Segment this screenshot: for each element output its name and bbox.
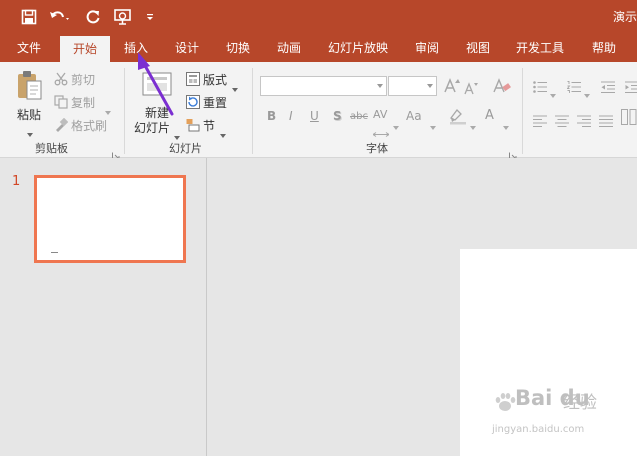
reset-icon	[186, 94, 200, 109]
tab-home[interactable]: 开始	[60, 36, 110, 62]
tab-review[interactable]: 审阅	[415, 34, 439, 62]
customize-qat-icon[interactable]	[145, 6, 155, 28]
tab-insert[interactable]: 插入	[124, 34, 148, 62]
strikethrough-button[interactable]: abc	[350, 111, 368, 122]
spacing-arrows-icon	[372, 122, 390, 137]
new-slide-icon[interactable]	[142, 72, 172, 100]
clipboard-group-label: 剪贴板	[35, 142, 68, 155]
group-separator	[522, 68, 523, 154]
change-case-button[interactable]: Aa	[406, 109, 422, 123]
cut-button[interactable]: 剪切	[71, 71, 95, 88]
font-color-dropdown-icon[interactable]	[503, 115, 509, 130]
clipboard-launcher-icon[interactable]	[112, 145, 120, 160]
numbering-dropdown-icon[interactable]	[584, 83, 590, 98]
section-icon	[186, 117, 200, 132]
underline-button[interactable]: U	[310, 109, 319, 123]
thumbnail-mark	[51, 252, 58, 253]
scissors-icon	[54, 71, 68, 86]
repeat-icon[interactable]	[84, 6, 102, 28]
highlight-color-icon[interactable]	[449, 107, 467, 125]
new-slide-dropdown-icon[interactable]	[174, 125, 180, 140]
bullets-dropdown-icon[interactable]	[550, 83, 556, 98]
slide-thumbnails-pane: 1	[0, 158, 207, 456]
watermark: Bai du 经验 jingyan.baidu.com	[488, 386, 608, 440]
copy-dropdown-icon[interactable]	[105, 100, 111, 115]
reset-button[interactable]: 重置	[203, 94, 227, 111]
text-shadow-button[interactable]: S	[333, 109, 342, 123]
chevron-down-icon[interactable]	[377, 84, 383, 88]
font-name-input[interactable]	[260, 76, 387, 96]
font-launcher-icon[interactable]	[509, 145, 517, 160]
paste-button[interactable]: 粘贴	[17, 106, 41, 123]
justify-icon[interactable]	[599, 112, 613, 128]
group-separator	[252, 68, 253, 154]
align-center-icon[interactable]	[555, 112, 569, 128]
decrease-indent-icon[interactable]	[601, 78, 615, 94]
tab-design[interactable]: 设计	[175, 34, 199, 62]
slides-group-label: 幻灯片	[169, 142, 202, 155]
slide-thumbnail[interactable]	[34, 175, 186, 263]
ribbon-tabs: 文件 开始 插入 设计 切换 动画 幻灯片放映 审阅 视图 开发工具 帮助	[0, 34, 637, 62]
paste-dropdown-icon[interactable]	[27, 122, 33, 137]
ribbon: 粘贴 剪切 复制 格式刷 剪贴板 新建 幻灯片 版式 重置 节 幻灯片 B I …	[0, 62, 637, 160]
decrease-font-size-icon[interactable]	[464, 80, 478, 95]
spacing-dropdown-icon[interactable]	[393, 115, 399, 130]
tab-file[interactable]: 文件	[17, 34, 41, 62]
group-separator	[124, 68, 125, 154]
watermark-url: jingyan.baidu.com	[492, 424, 585, 435]
layout-dropdown-icon[interactable]	[232, 77, 238, 92]
copy-icon	[54, 94, 68, 109]
watermark-cn: 经验	[563, 393, 597, 413]
highlight-dropdown-icon[interactable]	[470, 115, 476, 130]
clear-formatting-icon[interactable]	[493, 78, 511, 94]
italic-button[interactable]: I	[289, 109, 293, 123]
tab-animations[interactable]: 动画	[277, 34, 301, 62]
copy-button[interactable]: 复制	[71, 94, 95, 111]
tab-developer[interactable]: 开发工具	[516, 34, 564, 62]
numbering-icon[interactable]	[566, 78, 581, 93]
section-dropdown-icon[interactable]	[220, 123, 226, 138]
new-slide-button[interactable]: 幻灯片	[134, 119, 170, 136]
paw-icon	[495, 393, 516, 411]
tab-help[interactable]: 帮助	[592, 34, 616, 62]
slide-number: 1	[12, 174, 21, 189]
align-left-icon[interactable]	[533, 112, 547, 128]
change-case-dropdown-icon[interactable]	[430, 115, 436, 130]
columns-icon[interactable]	[621, 109, 637, 125]
increase-indent-icon[interactable]	[625, 78, 637, 94]
align-right-icon[interactable]	[577, 112, 591, 128]
layout-icon	[186, 71, 200, 86]
chevron-down-icon[interactable]	[427, 84, 433, 88]
bullets-icon[interactable]	[533, 78, 547, 93]
section-button[interactable]: 节	[203, 117, 215, 134]
document-title: 演示	[612, 10, 637, 24]
save-icon[interactable]	[19, 6, 39, 28]
character-spacing-button[interactable]: AV	[373, 108, 387, 121]
tab-slide-show[interactable]: 幻灯片放映	[328, 34, 388, 62]
font-size-input[interactable]	[388, 76, 437, 96]
paste-icon[interactable]	[15, 70, 45, 102]
layout-button[interactable]: 版式	[203, 71, 227, 88]
undo-icon[interactable]	[48, 6, 72, 28]
title-bar: 演示	[0, 0, 637, 34]
bold-button[interactable]: B	[267, 109, 276, 123]
format-painter-icon	[54, 117, 69, 132]
tab-view[interactable]: 视图	[466, 34, 490, 62]
font-color-button[interactable]: A	[485, 108, 494, 123]
tab-transitions[interactable]: 切换	[226, 34, 250, 62]
start-from-beginning-icon[interactable]	[112, 6, 134, 28]
font-group-label: 字体	[366, 142, 388, 155]
format-painter-button[interactable]: 格式刷	[71, 117, 107, 134]
increase-font-size-icon[interactable]	[444, 78, 460, 94]
